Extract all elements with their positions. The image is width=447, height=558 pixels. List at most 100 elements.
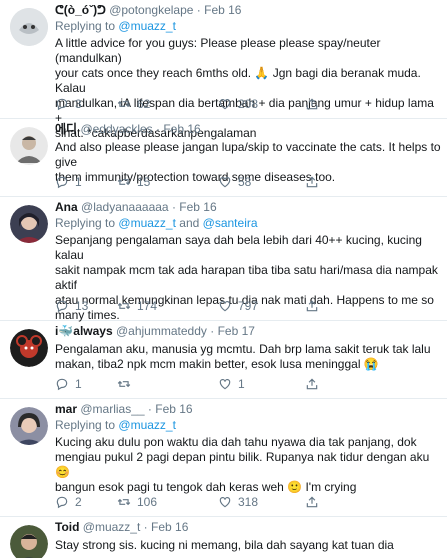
reply-count: 2 [75,495,82,509]
like-button[interactable]: 1 [218,376,245,392]
reply-button[interactable]: 2 [55,494,82,510]
share-icon [306,300,318,312]
separator-dot: · [156,122,160,136]
mention-link[interactable]: @muazz_t [118,19,176,33]
tweet-text-line: And also please please jangan lupa/skip … [55,140,441,169]
tweet-header: Ana @ladyanaaaaaa · Feb 16 [55,200,441,215]
share-button[interactable] [305,376,319,392]
reply-button[interactable]: 3 [55,96,82,112]
retweet-count: 62 [137,97,151,111]
tweet-header: ᕦ(ò_óˇ)ᕤ @potongkelape · Feb 16 [55,3,441,18]
reply-count: 1 [75,377,82,391]
tweet-header: 에디 @eddyackles · Feb 16 [55,122,441,137]
user-handle[interactable]: @marlias__ [80,402,144,416]
avatar[interactable] [10,205,48,243]
display-name[interactable]: Toid [55,520,79,534]
mention-link[interactable]: @santeira [203,216,258,230]
tweet-text: Pengalaman aku, manusia yg mcmtu. Dah br… [55,342,441,372]
share-icon [306,176,318,188]
retweet-icon [117,380,131,388]
tweet-date[interactable]: Feb 16 [151,520,188,534]
user-handle[interactable]: @potongkelape [109,3,193,17]
like-count: 208 [238,97,259,111]
reply-icon [56,496,68,509]
tweet-date[interactable]: Feb 16 [155,402,192,416]
avatar[interactable] [10,127,48,165]
retweet-button[interactable]: 174 [117,298,157,314]
retweet-icon [117,498,131,506]
display-name[interactable]: mar [55,402,77,416]
tweet-content: i🐳always @ahjummateddy · Feb 17 Pengalam… [55,324,441,372]
tweet-date[interactable]: Feb 16 [179,200,216,214]
retweet-count: 15 [137,175,151,189]
avatar[interactable] [10,8,48,46]
separator-dot: · [143,520,148,534]
mention-link[interactable]: @muazz_t [118,216,176,230]
user-handle[interactable]: @ahjummateddy [116,324,207,338]
like-button[interactable]: 58 [218,174,251,190]
like-count: 1 [238,377,245,391]
share-button[interactable] [305,174,319,190]
display-name[interactable]: ᕦ(ò_óˇ)ᕤ [55,3,106,17]
replying-label: Replying to [55,216,116,230]
reply-icon [56,176,68,189]
tweet-text-line: Stay strong sis. kucing ni memang, bila … [55,538,394,552]
retweet-button[interactable]: 15 [117,174,150,190]
like-button[interactable]: 797 [218,298,258,314]
tweet-text-line: mengiau pukul 2 pagi depan pintu bilik. … [55,450,430,479]
display-name[interactable]: 에디 [55,122,77,136]
tweet-text-line: your cats once they reach 6mths old. 🙏 J… [55,66,421,95]
reply-count: 1 [75,175,82,189]
tweet[interactable]: 에디 @eddyackles · Feb 16 And also please … [0,119,447,197]
display-name[interactable]: i🐳always [55,324,113,338]
like-count: 797 [238,299,259,313]
tweet[interactable]: Toid @muazz_t · Feb 16 Stay strong sis. … [0,517,447,558]
share-icon [306,98,318,110]
replying-to: Replying to @muazz_t [55,418,441,433]
tweet-date[interactable]: Feb 17 [218,324,255,338]
tweet-date[interactable]: Feb 16 [163,122,200,136]
reply-count: 3 [75,97,82,111]
tweet-text: Kucing aku dulu pon waktu dia dah tahu n… [55,435,441,495]
like-button[interactable]: 318 [218,494,258,510]
reply-icon [56,300,68,313]
separator-dot: · [210,324,215,338]
avatar[interactable] [10,407,48,445]
reply-feed: ᕦ(ò_óˇ)ᕤ @potongkelape · Feb 16 Replying… [0,0,447,558]
reply-button[interactable]: 13 [55,298,88,314]
tweet-date[interactable]: Feb 16 [204,3,241,17]
retweet-button[interactable]: 62 [117,96,150,112]
tweet[interactable]: Ana @ladyanaaaaaa · Feb 16 Replying to @… [0,197,447,322]
avatar[interactable] [10,525,48,558]
action-bar: 1 15 58 [55,174,355,190]
reply-button[interactable]: 1 [55,174,82,190]
user-handle[interactable]: @eddyackles [80,122,152,136]
like-count: 318 [238,495,259,509]
like-button[interactable]: 208 [218,96,258,112]
share-icon [306,378,318,390]
share-button[interactable] [305,494,319,510]
share-button[interactable] [305,298,319,314]
retweet-count: 174 [137,299,158,313]
action-bar: 1 1 [55,376,355,392]
retweet-button[interactable]: 106 [117,494,157,510]
tweet[interactable]: i🐳always @ahjummateddy · Feb 17 Pengalam… [0,321,447,399]
retweet-button[interactable] [117,376,137,392]
user-handle[interactable]: @ladyanaaaaaa [81,200,169,214]
like-icon [219,301,231,312]
tweet-header: mar @marlias__ · Feb 16 [55,402,441,417]
reply-button[interactable]: 1 [55,376,82,392]
retweet-icon [117,100,131,108]
avatar[interactable] [10,329,48,367]
retweet-icon [117,302,131,310]
tweet-text-line: Kucing aku dulu pon waktu dia dah tahu n… [55,435,417,449]
mention-link[interactable]: @muazz_t [118,418,176,432]
tweet[interactable]: mar @marlias__ · Feb 16 Replying to @mua… [0,399,447,517]
share-button[interactable] [305,96,319,112]
display-name[interactable]: Ana [55,200,78,214]
user-handle[interactable]: @muazz_t [83,520,141,534]
retweet-icon [117,178,131,186]
mention-separator: and [179,216,200,230]
tweet[interactable]: ᕦ(ò_óˇ)ᕤ @potongkelape · Feb 16 Replying… [0,0,447,140]
action-bar: 3 62 208 [55,96,355,112]
